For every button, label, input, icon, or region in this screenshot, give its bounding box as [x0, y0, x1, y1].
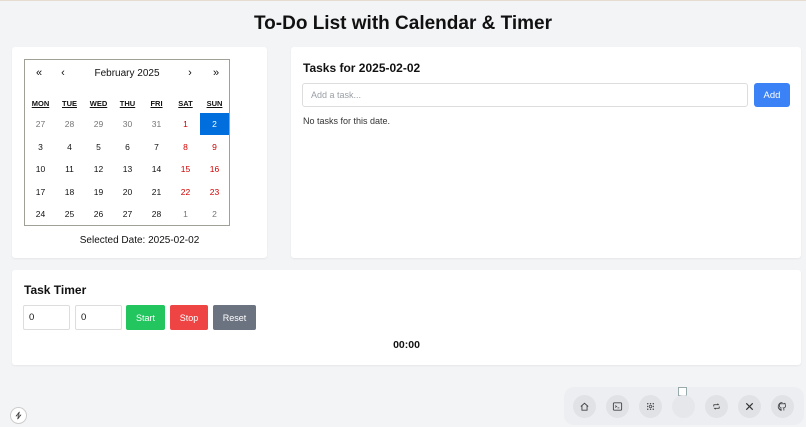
weekday-header: MON TUE WED THU FRI SAT SUN	[25, 99, 229, 111]
calendar-day[interactable]: 18	[55, 181, 84, 203]
calendar-day[interactable]: 9	[200, 136, 229, 158]
calendar-day[interactable]: 22	[171, 181, 200, 203]
task-input[interactable]	[302, 83, 748, 107]
calendar-day[interactable]: 26	[84, 203, 113, 225]
calendar-day[interactable]: 4	[55, 136, 84, 158]
calendar-day[interactable]: 8	[171, 136, 200, 158]
calendar-day[interactable]: 6	[113, 136, 142, 158]
weekday-label: THU	[119, 99, 136, 108]
weekday-label: SUN	[206, 99, 223, 108]
calendar-day[interactable]: 2	[200, 203, 229, 225]
calendar-day[interactable]: 23	[200, 181, 229, 203]
seconds-input[interactable]	[75, 305, 122, 330]
calendar-day[interactable]: 31	[142, 113, 171, 135]
calendar-card: « ‹ February 2025 › » MON TUE WED THU FRI SAT…	[12, 47, 267, 258]
next-year-button[interactable]: »	[206, 67, 226, 79]
timer-card: Task Timer Start Stop Reset 00:00	[12, 270, 801, 365]
github-icon[interactable]	[771, 395, 794, 418]
lightning-icon[interactable]	[10, 407, 27, 424]
calendar-day[interactable]: 1	[171, 113, 200, 135]
calendar-day[interactable]: 17	[26, 181, 55, 203]
start-button[interactable]: Start	[126, 305, 165, 330]
prev-year-button[interactable]: «	[29, 67, 49, 79]
tasks-title: Tasks for 2025-02-02	[303, 61, 421, 75]
calendar-day[interactable]: 27	[26, 113, 55, 135]
reset-button[interactable]: Reset	[213, 305, 256, 330]
bottom-dock	[564, 387, 804, 425]
calendar-day[interactable]: 30	[113, 113, 142, 135]
timer-display: 00:00	[393, 339, 420, 351]
selected-date-text: Selected Date: 2025-02-02	[79, 235, 200, 246]
x-logo-icon[interactable]	[738, 395, 761, 418]
prev-month-button[interactable]: ‹	[53, 67, 73, 79]
calendar-day[interactable]: 28	[55, 113, 84, 135]
empty-tasks-message: No tasks for this date.	[303, 116, 391, 126]
minutes-input[interactable]	[23, 305, 70, 330]
month-label-button[interactable]: February 2025	[77, 68, 177, 79]
weekday-label: SAT	[178, 99, 193, 108]
calendar-day[interactable]: 3	[26, 136, 55, 158]
calendar-day[interactable]: 7	[142, 136, 171, 158]
calendar-day[interactable]: 20	[113, 181, 142, 203]
calendar-day[interactable]: 5	[84, 136, 113, 158]
calendar-day[interactable]: 13	[113, 158, 142, 180]
calendar-day[interactable]: 25	[55, 203, 84, 225]
calendar-day[interactable]: 1	[171, 203, 200, 225]
home-icon[interactable]	[573, 395, 596, 418]
grid-icon[interactable]	[639, 395, 662, 418]
calendar-day[interactable]: 14	[142, 158, 171, 180]
calendar-day[interactable]: 28	[142, 203, 171, 225]
calendar-day[interactable]: 10	[26, 158, 55, 180]
calendar-day[interactable]: 11	[55, 158, 84, 180]
avatar[interactable]	[672, 395, 695, 418]
add-task-button[interactable]: Add	[754, 83, 790, 107]
calendar-day[interactable]: 2	[200, 113, 229, 135]
calendar-day[interactable]: 21	[142, 181, 171, 203]
weekday-label: WED	[89, 99, 108, 108]
stop-button[interactable]: Stop	[170, 305, 208, 330]
calendar-day[interactable]: 15	[171, 158, 200, 180]
repeat-icon[interactable]	[705, 395, 728, 418]
calendar: « ‹ February 2025 › » MON TUE WED THU FRI SAT…	[24, 59, 230, 226]
calendar-day[interactable]: 29	[84, 113, 113, 135]
calendar-day[interactable]: 24	[26, 203, 55, 225]
calendar-day[interactable]: 19	[84, 181, 113, 203]
weekday-label: MON	[31, 99, 50, 108]
weekday-label: TUE	[62, 99, 77, 108]
next-month-button[interactable]: ›	[180, 67, 200, 79]
weekday-label: FRI	[150, 99, 163, 108]
timer-title: Task Timer	[24, 283, 87, 297]
calendar-day[interactable]: 27	[113, 203, 142, 225]
calendar-navigation: « ‹ February 2025 › »	[25, 60, 229, 88]
terminal-icon[interactable]	[606, 395, 629, 418]
calendar-day[interactable]: 16	[200, 158, 229, 180]
page-title: To-Do List with Calendar & Timer	[253, 13, 553, 34]
calendar-day[interactable]: 12	[84, 158, 113, 180]
tasks-card: Tasks for 2025-02-02 Add No tasks for th…	[291, 47, 801, 258]
